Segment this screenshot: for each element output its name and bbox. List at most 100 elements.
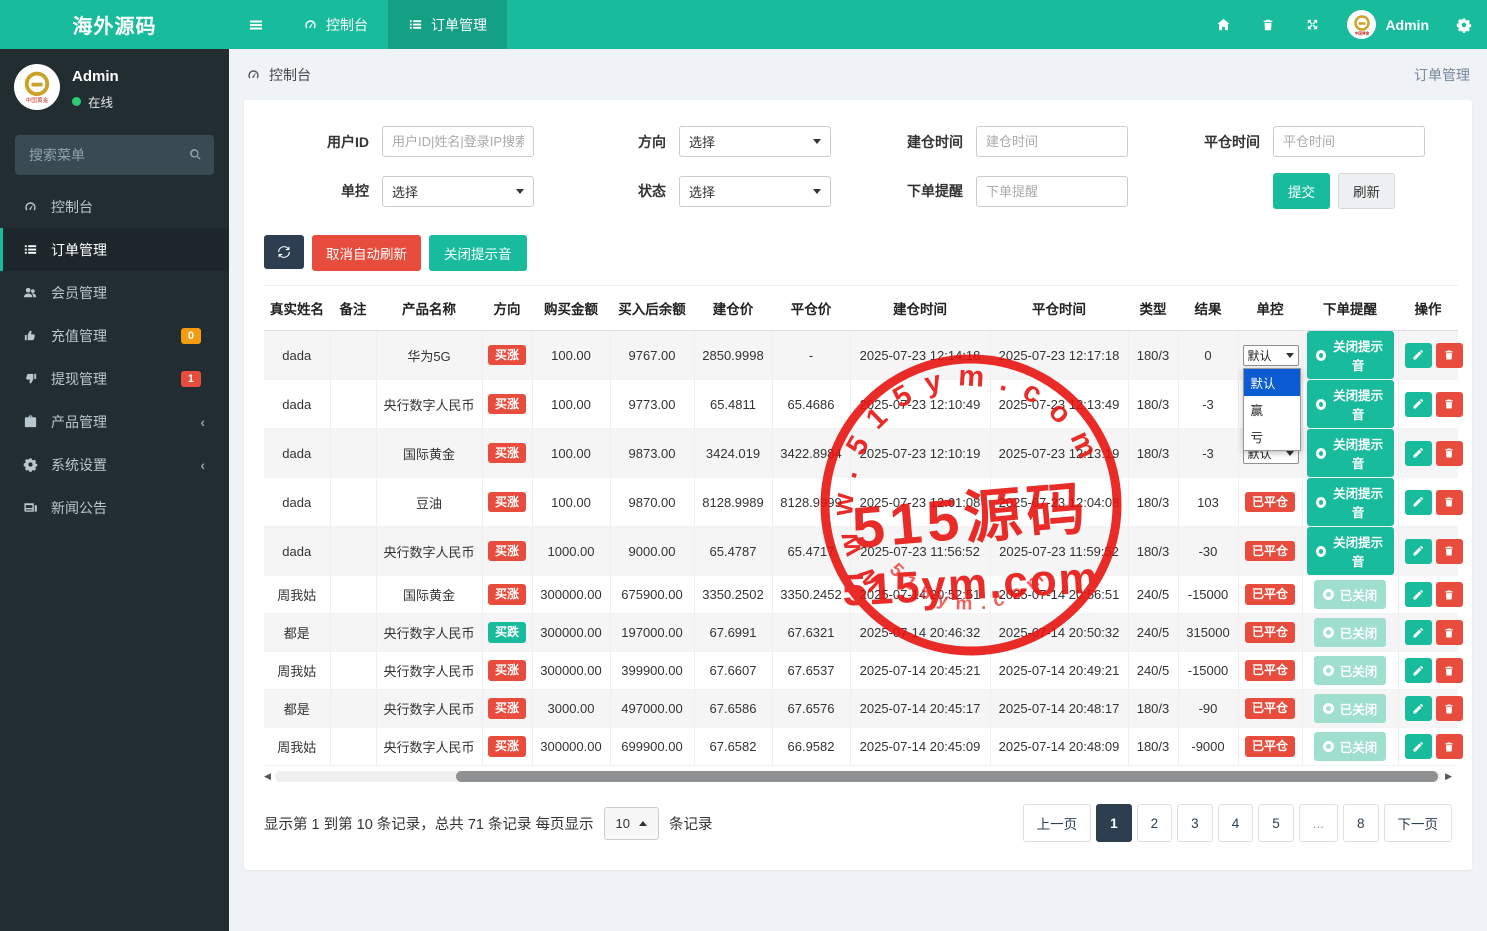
sidebar-item-thumbs-up[interactable]: 充值管理 0 xyxy=(0,314,229,357)
h-scrollbar[interactable]: ◀ ▶ xyxy=(264,769,1452,784)
reminder-button[interactable]: 关闭提示音 xyxy=(1306,429,1394,477)
sidebar-item-label: 产品管理 xyxy=(51,413,107,430)
select-value: 选择 xyxy=(392,184,419,200)
cell-open-time: 2025-07-14 20:45:21 xyxy=(849,651,991,690)
delete-button[interactable] xyxy=(1435,342,1463,368)
delete-button[interactable] xyxy=(1435,391,1463,417)
edit-button[interactable] xyxy=(1404,538,1432,564)
edit-button[interactable] xyxy=(1404,391,1432,417)
home-button[interactable] xyxy=(1201,17,1246,32)
reminder-button[interactable]: 关闭提示音 xyxy=(1306,331,1394,379)
page-button[interactable]: 3 xyxy=(1177,804,1213,842)
edit-button[interactable] xyxy=(1404,582,1432,607)
scrollbar-track[interactable] xyxy=(274,771,1442,782)
cell-actions xyxy=(1397,575,1463,614)
chevron-left-icon: ‹ xyxy=(200,413,205,430)
cancel-auto-refresh-button[interactable]: 取消自动刷新 xyxy=(312,235,421,271)
search-icon[interactable] xyxy=(188,147,203,162)
breadcrumb-left[interactable]: 控制台 xyxy=(246,65,311,85)
fullscreen-button[interactable] xyxy=(1290,17,1335,32)
tab-dashboard[interactable]: 控制台 xyxy=(283,0,388,49)
tab-orders[interactable]: 订单管理 xyxy=(388,0,507,49)
page-button[interactable]: 8 xyxy=(1342,804,1379,842)
page-button[interactable]: 1 xyxy=(1096,804,1132,842)
delete-button[interactable] xyxy=(1435,538,1463,564)
delete-button[interactable] xyxy=(1435,582,1463,607)
page-button[interactable]: 2 xyxy=(1136,804,1173,842)
page-button[interactable]: 5 xyxy=(1258,804,1294,842)
cell-real-name: dada xyxy=(264,428,331,478)
pencil-icon xyxy=(1412,545,1424,557)
column-header: 真实姓名 xyxy=(264,285,330,331)
edit-button[interactable] xyxy=(1404,734,1432,759)
delete-button[interactable] xyxy=(1435,620,1463,645)
scrollbar-thumb[interactable] xyxy=(455,771,1438,782)
page-button[interactable]: 下一页 xyxy=(1383,804,1452,842)
dropdown-option[interactable]: 亏 xyxy=(1244,423,1300,450)
sidebar-search-input[interactable] xyxy=(15,135,214,175)
delete-button[interactable] xyxy=(1435,658,1463,683)
trash-icon xyxy=(1443,447,1455,459)
reminder-button[interactable]: 关闭提示音 xyxy=(1306,527,1394,575)
trash-button[interactable] xyxy=(1246,18,1290,32)
edit-button[interactable] xyxy=(1404,440,1432,466)
cell-note xyxy=(329,428,377,478)
edit-button[interactable] xyxy=(1404,658,1432,683)
scroll-left-icon[interactable]: ◀ xyxy=(264,772,271,781)
delete-button[interactable] xyxy=(1435,440,1463,466)
page-size-select[interactable]: 10 xyxy=(603,806,659,840)
dropdown-option[interactable]: 默认 xyxy=(1243,368,1300,396)
direction-select[interactable]: 选择 xyxy=(679,126,831,157)
cell-open-price: 2850.9998 xyxy=(693,330,773,380)
close-time-input[interactable] xyxy=(1273,126,1425,157)
gears-icon[interactable] xyxy=(1441,17,1487,33)
page-button[interactable]: 上一页 xyxy=(1022,804,1092,842)
reminder-button[interactable]: 已关闭 xyxy=(1313,580,1387,609)
sidebar-item-orders-list[interactable]: 订单管理 xyxy=(0,228,229,271)
power-icon xyxy=(1315,496,1326,508)
sidebar-item-label: 控制台 xyxy=(51,198,93,215)
cell-note xyxy=(329,526,377,576)
cell-product-name: 豆油 xyxy=(375,477,483,527)
control-select[interactable]: 默认 默认赢亏 xyxy=(1242,344,1301,451)
reload-button[interactable] xyxy=(264,235,304,269)
control-filter-select[interactable]: 选择 xyxy=(382,175,534,207)
edit-button[interactable] xyxy=(1404,342,1432,368)
submit-button[interactable]: 提交 xyxy=(1273,173,1330,209)
sidebar-item-users[interactable]: 会员管理 xyxy=(0,271,229,314)
reminder-button[interactable]: 已关闭 xyxy=(1313,618,1387,647)
reminder-button[interactable]: 已关闭 xyxy=(1313,694,1387,723)
delete-button[interactable] xyxy=(1435,489,1463,515)
table-row: dada 豆油 买涨 100.00 9870.00 8128.9989 8128.9999 2… xyxy=(264,477,1463,527)
reminder-button[interactable]: 关闭提示音 xyxy=(1306,478,1394,526)
edit-button[interactable] xyxy=(1404,620,1432,645)
mute-sound-button[interactable]: 关闭提示音 xyxy=(429,235,527,271)
reminder-button[interactable]: 已关闭 xyxy=(1313,656,1387,685)
edit-button[interactable] xyxy=(1404,696,1432,721)
top-bar: 海外源码 控制台 订单管理 中国黄金 Admin xyxy=(0,0,1487,49)
status-select[interactable]: 选择 xyxy=(679,175,831,207)
sidebar-item-thumbs-down[interactable]: 提现管理 1 xyxy=(0,357,229,400)
reminder-input[interactable] xyxy=(976,175,1128,207)
dropdown-option[interactable]: 赢 xyxy=(1244,396,1300,423)
user-menu[interactable]: 中国黄金 Admin xyxy=(1335,10,1441,39)
sidebar-item-gears[interactable]: 系统设置 ‹ xyxy=(0,443,229,486)
user-id-input[interactable] xyxy=(382,126,534,157)
sidebar-item-dashboard[interactable]: 控制台 xyxy=(0,185,229,228)
delete-button[interactable] xyxy=(1435,734,1463,759)
edit-button[interactable] xyxy=(1404,489,1432,515)
sidebar-item-newspaper[interactable]: 新闻公告 xyxy=(0,486,229,529)
reminder-button[interactable]: 关闭提示音 xyxy=(1306,380,1394,428)
refresh-button[interactable]: 刷新 xyxy=(1338,173,1395,209)
delete-button[interactable] xyxy=(1435,696,1463,721)
column-header: 产品名称 xyxy=(376,285,482,331)
page-button[interactable]: 4 xyxy=(1217,804,1254,842)
brand-logo[interactable]: 海外源码 xyxy=(0,0,229,49)
sidebar-toggle-button[interactable] xyxy=(229,0,283,49)
sidebar-item-briefcase[interactable]: 产品管理 ‹ xyxy=(0,400,229,443)
reminder-button[interactable]: 已关闭 xyxy=(1313,732,1387,761)
cell-open-price: 67.6582 xyxy=(693,727,773,766)
cell-note xyxy=(329,575,377,614)
open-time-input[interactable] xyxy=(976,126,1128,157)
scroll-right-icon[interactable]: ▶ xyxy=(1445,772,1452,781)
